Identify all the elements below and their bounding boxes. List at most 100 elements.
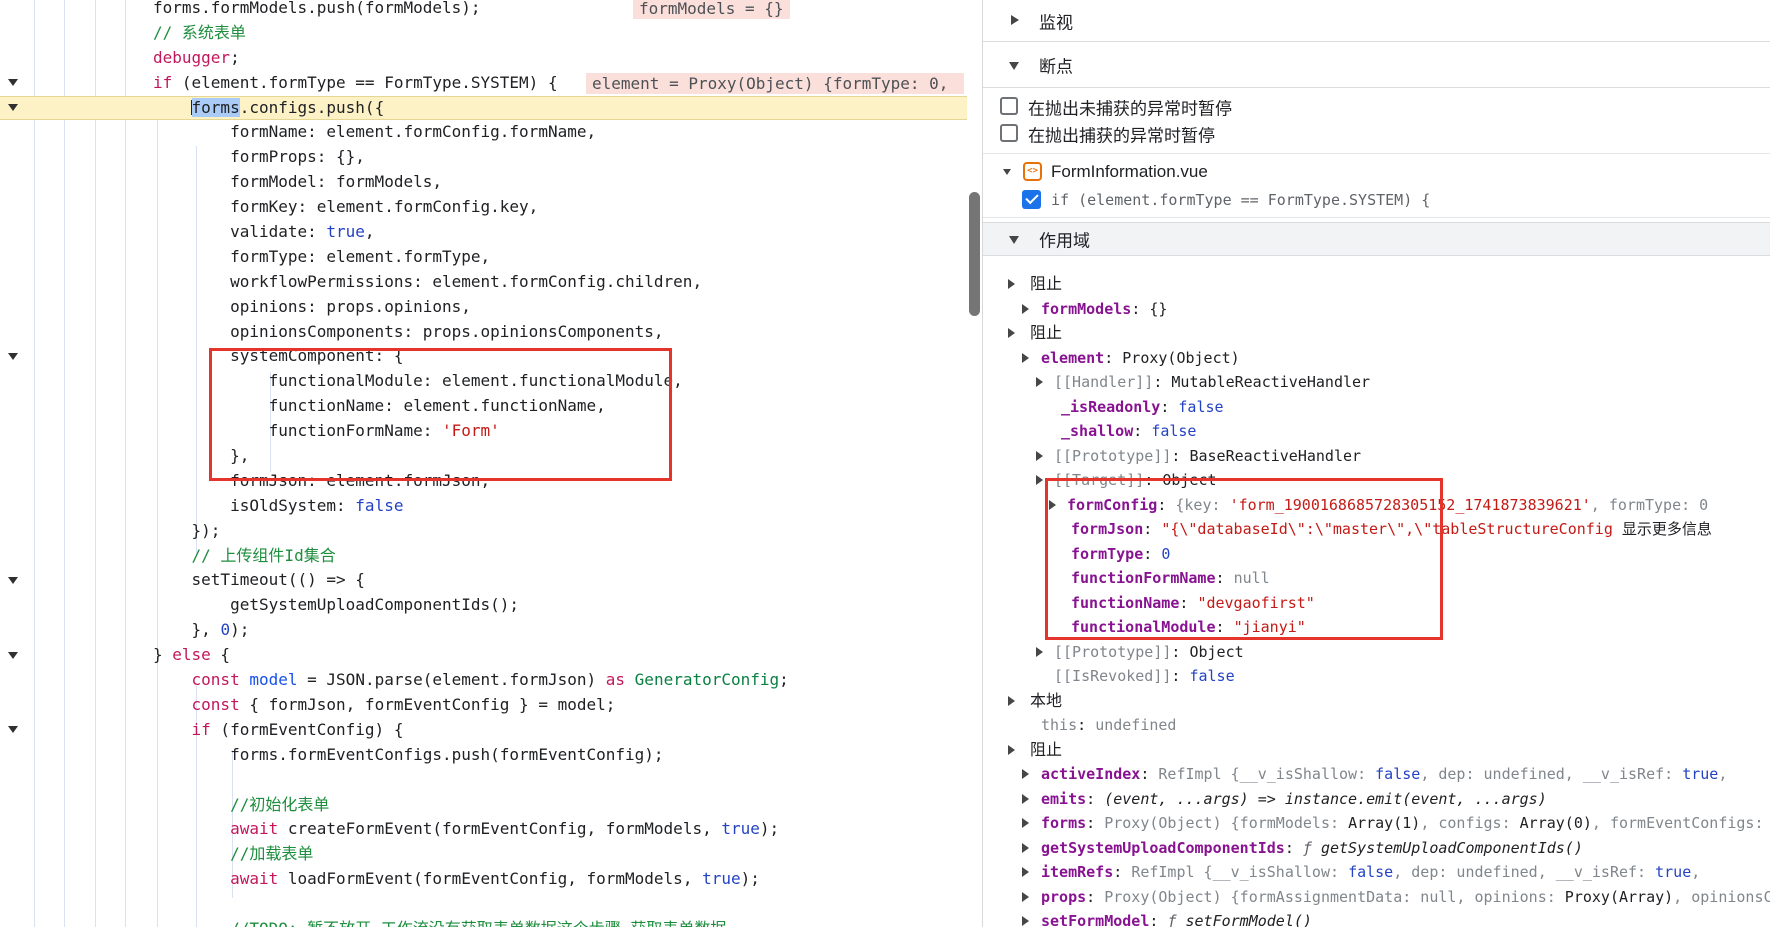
expanded-arrow-icon[interactable]: [1003, 169, 1011, 175]
expand-arrow-icon[interactable]: [1008, 696, 1015, 706]
code-line[interactable]: //TODO: 暂不放开 工作流没有获取表单数据这个步骤 获取表单数据: [0, 917, 967, 927]
code-line[interactable]: forms.formEventConfigs.push(formEventCon…: [0, 743, 967, 768]
code-line[interactable]: [0, 892, 967, 917]
expanded-arrow-icon[interactable]: [1009, 236, 1019, 244]
expand-arrow-icon[interactable]: [1022, 794, 1029, 804]
code-line[interactable]: workflowPermissions: element.formConfig.…: [0, 270, 967, 295]
fold-arrow-icon[interactable]: [8, 104, 18, 111]
expand-arrow-icon[interactable]: [1036, 475, 1043, 485]
scope-row[interactable]: setFormModel: ƒ setFormModel(): [983, 909, 1770, 927]
code-line[interactable]: opinions: props.opinions,: [0, 295, 967, 320]
fold-arrow-icon[interactable]: [8, 79, 18, 86]
code-token: getSystemUploadComponentIds();: [230, 595, 519, 614]
collapsed-arrow-icon[interactable]: [1011, 15, 1019, 25]
code-line[interactable]: });: [0, 519, 967, 544]
code-line[interactable]: }, 0);: [0, 618, 967, 643]
scope-row[interactable]: emits: (event, ...args) => instance.emit…: [983, 787, 1770, 812]
code-line[interactable]: // 系统表单: [0, 21, 967, 46]
breakpoint-entry[interactable]: if (element.formType == FormType.SYSTEM)…: [983, 186, 1770, 214]
code-line[interactable]: } else {: [0, 643, 967, 668]
section-scope[interactable]: 作用域: [983, 222, 1770, 256]
scope-row[interactable]: 本地: [983, 689, 1770, 714]
code-token: );: [741, 869, 760, 888]
fold-arrow-icon[interactable]: [8, 652, 18, 659]
code-line[interactable]: validate: true,: [0, 220, 967, 245]
expand-arrow-icon[interactable]: [1022, 353, 1029, 363]
pause-uncaught-row[interactable]: 在抛出未捕获的异常时暂停: [983, 93, 1770, 120]
expand-arrow-icon[interactable]: [1022, 304, 1029, 314]
expand-arrow-icon[interactable]: [1022, 867, 1029, 877]
scope-row[interactable]: element: Proxy(Object): [983, 346, 1770, 371]
code-line[interactable]: formKey: element.formConfig.key,: [0, 195, 967, 220]
scope-row[interactable]: this: undefined: [983, 713, 1770, 738]
expand-arrow-icon[interactable]: [1008, 279, 1015, 289]
expand-arrow-icon[interactable]: [1022, 769, 1029, 779]
code-line[interactable]: //加载表单: [0, 842, 967, 867]
scope-row[interactable]: 阻止: [983, 321, 1770, 346]
pause-caught-row[interactable]: 在抛出捕获的异常时暂停: [983, 120, 1770, 147]
code-line[interactable]: [0, 768, 967, 793]
code-line[interactable]: formType: element.formType,: [0, 245, 967, 270]
code-line[interactable]: await createFormEvent(formEventConfig, f…: [0, 817, 967, 842]
code-token: setTimeout(() => {: [192, 570, 365, 589]
editor-scrollbar[interactable]: [967, 0, 982, 927]
pause-uncaught-checkbox[interactable]: [1000, 97, 1018, 115]
code-line[interactable]: if (formEventConfig) {: [0, 718, 967, 743]
code-line[interactable]: formName: element.formConfig.formName,: [0, 120, 967, 145]
scope-row[interactable]: 阻止: [983, 272, 1770, 297]
scope-row[interactable]: activeIndex: RefImpl {__v_isShallow: fal…: [983, 762, 1770, 787]
code-line[interactable]: formModel: formModels,: [0, 170, 967, 195]
debugger-sidebar: 监视 断点 在抛出未捕获的异常时暂停 在抛出捕获的异常时暂停 <> FormIn…: [982, 0, 1770, 927]
scope-row[interactable]: itemRefs: RefImpl {__v_isShallow: false,…: [983, 860, 1770, 885]
code-line[interactable]: getSystemUploadComponentIds();: [0, 593, 967, 618]
code-line[interactable]: const model = JSON.parse(element.formJso…: [0, 668, 967, 693]
code-line[interactable]: const { formJson, formEventConfig } = mo…: [0, 693, 967, 718]
code-line[interactable]: if (element.formType == FormType.SYSTEM)…: [0, 71, 967, 96]
scope-row[interactable]: [[Prototype]]: Object: [983, 640, 1770, 665]
expand-arrow-icon[interactable]: [1022, 892, 1029, 902]
scope-row[interactable]: getSystemUploadComponentIds: ƒ getSystem…: [983, 836, 1770, 861]
code-token: formType: element.formType,: [230, 247, 490, 266]
fold-arrow-icon[interactable]: [8, 353, 18, 360]
execution-line[interactable]: forms.configs.push({: [0, 96, 967, 121]
expand-arrow-icon[interactable]: [1008, 328, 1015, 338]
code-line[interactable]: isOldSystem: false: [0, 494, 967, 519]
property-value: ƒ: [1167, 912, 1185, 927]
scope-row[interactable]: [[Handler]]: MutableReactiveHandler: [983, 370, 1770, 395]
scope-row[interactable]: [[Prototype]]: BaseReactiveHandler: [983, 444, 1770, 469]
scrollbar-thumb[interactable]: [969, 192, 980, 316]
expand-arrow-icon[interactable]: [1008, 745, 1015, 755]
property-value: :: [1171, 667, 1189, 685]
fold-arrow-icon[interactable]: [8, 577, 18, 584]
breakpoint-enabled-checkbox[interactable]: [1022, 190, 1041, 209]
scope-row[interactable]: formModels: {}: [983, 297, 1770, 322]
section-watch[interactable]: 监视: [983, 0, 1770, 42]
code-line[interactable]: opinionsComponents: props.opinionsCompon…: [0, 320, 967, 345]
scope-row[interactable]: 阻止: [983, 738, 1770, 763]
scope-row[interactable]: _shallow: false: [983, 419, 1770, 444]
expand-arrow-icon[interactable]: [1022, 916, 1029, 926]
code-line[interactable]: await loadFormEvent(formEventConfig, for…: [0, 867, 967, 892]
scope-row[interactable]: _isReadonly: false: [983, 395, 1770, 420]
code-line[interactable]: debugger;: [0, 46, 967, 71]
show-more-link[interactable]: 显示更多信息: [1622, 521, 1712, 538]
expanded-arrow-icon[interactable]: [1009, 62, 1019, 70]
scope-row[interactable]: props: Proxy(Object) {formAssignmentData…: [983, 885, 1770, 910]
expand-arrow-icon[interactable]: [1036, 451, 1043, 461]
expand-arrow-icon[interactable]: [1022, 843, 1029, 853]
code-token: true: [326, 222, 365, 241]
pause-caught-checkbox[interactable]: [1000, 124, 1018, 142]
expand-arrow-icon[interactable]: [1022, 818, 1029, 828]
fold-arrow-icon[interactable]: [8, 726, 18, 733]
code-line[interactable]: setTimeout(() => {: [0, 568, 967, 593]
code-line[interactable]: forms.formModels.push(formModels);formMo…: [0, 0, 967, 21]
code-line[interactable]: // 上传组件Id集合: [0, 544, 967, 569]
breakpoint-file-group[interactable]: <> FormInformation.vue: [983, 158, 1770, 186]
code-line[interactable]: formProps: {},: [0, 145, 967, 170]
expand-arrow-icon[interactable]: [1036, 647, 1043, 657]
scope-row[interactable]: forms: Proxy(Object) {formModels: Array(…: [983, 811, 1770, 836]
expand-arrow-icon[interactable]: [1036, 377, 1043, 387]
code-line[interactable]: //初始化表单: [0, 793, 967, 818]
section-breakpoints[interactable]: 断点: [983, 42, 1770, 88]
scope-row[interactable]: [[IsRevoked]]: false: [983, 664, 1770, 689]
